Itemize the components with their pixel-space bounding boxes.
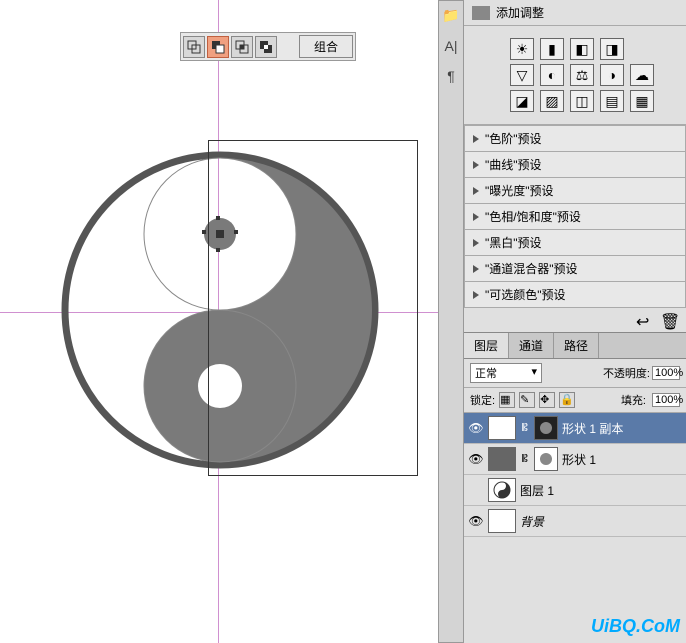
layer-thumb[interactable] xyxy=(488,478,516,502)
exposure-icon[interactable]: ◨ xyxy=(600,38,624,60)
lock-fill-row: 锁定: ▦ ✎ ✥ 🔒 填充: 100% xyxy=(464,388,686,413)
lock-label: 锁定: xyxy=(470,392,495,408)
preset-exposure[interactable]: "曝光度"预设 xyxy=(464,178,686,204)
preset-hue-sat[interactable]: "色相/饱和度"预设 xyxy=(464,204,686,230)
fill-label: 填充: xyxy=(621,392,646,408)
selection-bounds[interactable] xyxy=(208,140,418,476)
selective-color-icon[interactable]: ▦ xyxy=(630,90,654,112)
preset-label: "曝光度"预设 xyxy=(485,182,554,199)
layer-name: 背景 xyxy=(520,513,544,530)
link-icon[interactable]: 𝄡 xyxy=(520,452,530,466)
levels-icon[interactable]: ▮ xyxy=(540,38,564,60)
combine-button[interactable]: 组合 xyxy=(299,35,353,58)
opacity-value[interactable]: 100% xyxy=(652,366,680,380)
curves-icon[interactable]: ◧ xyxy=(570,38,594,60)
posterize-icon[interactable]: ▨ xyxy=(540,90,564,112)
lock-transparency-icon[interactable]: ▦ xyxy=(499,392,515,408)
preset-label: "可选颜色"预设 xyxy=(485,286,566,303)
gradient-map-icon[interactable]: ▤ xyxy=(600,90,624,112)
layer-name: 图层 1 xyxy=(520,482,554,499)
fill-value[interactable]: 100% xyxy=(652,393,680,407)
blend-opacity-row: 正常 ▾ 不透明度: 100% xyxy=(464,359,686,388)
color-balance-icon[interactable]: ⚖ xyxy=(570,64,594,86)
tab-layers[interactable]: 图层 xyxy=(464,333,509,358)
visibility-icon[interactable]: 👁 xyxy=(468,514,484,528)
expand-icon xyxy=(473,291,479,299)
expand-icon xyxy=(473,239,479,247)
preset-list: "色阶"预设 "曲线"预设 "曝光度"预设 "色相/饱和度"预设 "黑白"预设 … xyxy=(464,125,686,308)
preset-label: "通道混合器"预设 xyxy=(485,260,578,277)
collapsed-panel-strip: 📁 A| ¶ xyxy=(438,0,464,643)
preset-label: "色相/饱和度"预设 xyxy=(485,208,581,225)
adjustments-title: 添加调整 xyxy=(496,4,544,21)
path-add-icon[interactable] xyxy=(183,36,205,58)
blend-mode-select[interactable]: 正常 ▾ xyxy=(470,363,542,383)
return-icon[interactable]: ↩ xyxy=(636,312,654,328)
layer-list: 👁 𝄡 形状 1 副本 👁 𝄡 形状 1 图层 1 👁 背景 xyxy=(464,413,686,537)
layer-thumb[interactable] xyxy=(488,509,516,533)
adjustments-icon xyxy=(472,6,490,20)
expand-icon xyxy=(473,265,479,273)
layer-thumb[interactable] xyxy=(488,416,516,440)
path-subtract-icon[interactable] xyxy=(207,36,229,58)
expand-icon xyxy=(473,161,479,169)
preset-label: "黑白"预设 xyxy=(485,234,542,251)
preset-channel-mixer[interactable]: "通道混合器"预设 xyxy=(464,256,686,282)
expand-icon xyxy=(473,135,479,143)
folder-icon[interactable]: 📁 xyxy=(442,7,459,24)
path-operations-toolbar: 组合 xyxy=(180,32,356,61)
layer-name: 形状 1 xyxy=(562,451,596,468)
yin-yang-shape[interactable] xyxy=(60,150,380,470)
visibility-icon[interactable]: 👁 xyxy=(468,452,484,466)
canvas-area[interactable]: 组合 xyxy=(0,0,463,643)
adjustment-icons-grid: ☀ ▮ ◧ ◨ ▽ ◐ ⚖ ◑ ☁ ◪ ▨ ◫ ▤ ▦ xyxy=(464,26,686,125)
preset-bw[interactable]: "黑白"预设 xyxy=(464,230,686,256)
photo-filter-icon[interactable]: ☁ xyxy=(630,64,654,86)
chevron-down-icon: ▾ xyxy=(531,365,537,381)
layer-item[interactable]: 👁 𝄡 形状 1 副本 xyxy=(464,413,686,444)
adjustments-panel-header: 添加调整 xyxy=(464,0,686,26)
lock-position-icon[interactable]: ✥ xyxy=(539,392,555,408)
brightness-contrast-icon[interactable]: ☀ xyxy=(510,38,534,60)
blend-mode-value: 正常 xyxy=(475,365,497,381)
layer-item[interactable]: 👁 背景 xyxy=(464,506,686,537)
vector-mask-thumb[interactable] xyxy=(534,416,558,440)
black-white-icon[interactable]: ◑ xyxy=(600,64,624,86)
vibrance-icon[interactable]: ▽ xyxy=(510,64,534,86)
watermark: UiBQ.CoM xyxy=(591,616,680,637)
invert-icon[interactable]: ◪ xyxy=(510,90,534,112)
vector-mask-thumb[interactable] xyxy=(534,447,558,471)
expand-icon xyxy=(473,213,479,221)
expand-icon xyxy=(473,187,479,195)
threshold-icon[interactable]: ◫ xyxy=(570,90,594,112)
path-exclude-icon[interactable] xyxy=(255,36,277,58)
preset-curves[interactable]: "曲线"预设 xyxy=(464,152,686,178)
preset-label: "曲线"预设 xyxy=(485,156,542,173)
layer-name: 形状 1 副本 xyxy=(562,420,623,437)
layer-item[interactable]: 👁 𝄡 形状 1 xyxy=(464,444,686,475)
preset-label: "色阶"预设 xyxy=(485,130,542,147)
hue-sat-icon[interactable]: ◐ xyxy=(540,64,564,86)
lock-all-icon[interactable]: 🔒 xyxy=(559,392,575,408)
path-intersect-icon[interactable] xyxy=(231,36,253,58)
preset-selective-color[interactable]: "可选颜色"预设 xyxy=(464,282,686,308)
panels-dock: 📁 A| ¶ 添加调整 ☀ ▮ ◧ ◨ ▽ ◐ ⚖ ◑ ☁ ◪ ▨ ◫ ▤ ▦ … xyxy=(463,0,686,643)
link-icon[interactable]: 𝄡 xyxy=(520,421,530,435)
adjustments-footer: ↩ 🗑 xyxy=(464,308,686,333)
paragraph-panel-icon[interactable]: ¶ xyxy=(447,68,455,84)
layer-thumb[interactable] xyxy=(488,447,516,471)
preset-levels[interactable]: "色阶"预设 xyxy=(464,125,686,152)
opacity-label: 不透明度: xyxy=(603,365,650,381)
trash-icon[interactable]: 🗑 xyxy=(660,312,678,328)
character-panel-icon[interactable]: A| xyxy=(445,38,458,54)
layers-panel-tabs: 图层 通道 路径 xyxy=(464,333,686,359)
lock-pixels-icon[interactable]: ✎ xyxy=(519,392,535,408)
layer-item[interactable]: 图层 1 xyxy=(464,475,686,506)
tab-channels[interactable]: 通道 xyxy=(509,333,554,358)
visibility-icon[interactable]: 👁 xyxy=(468,421,484,435)
tab-paths[interactable]: 路径 xyxy=(554,333,599,358)
visibility-icon[interactable] xyxy=(468,483,484,497)
